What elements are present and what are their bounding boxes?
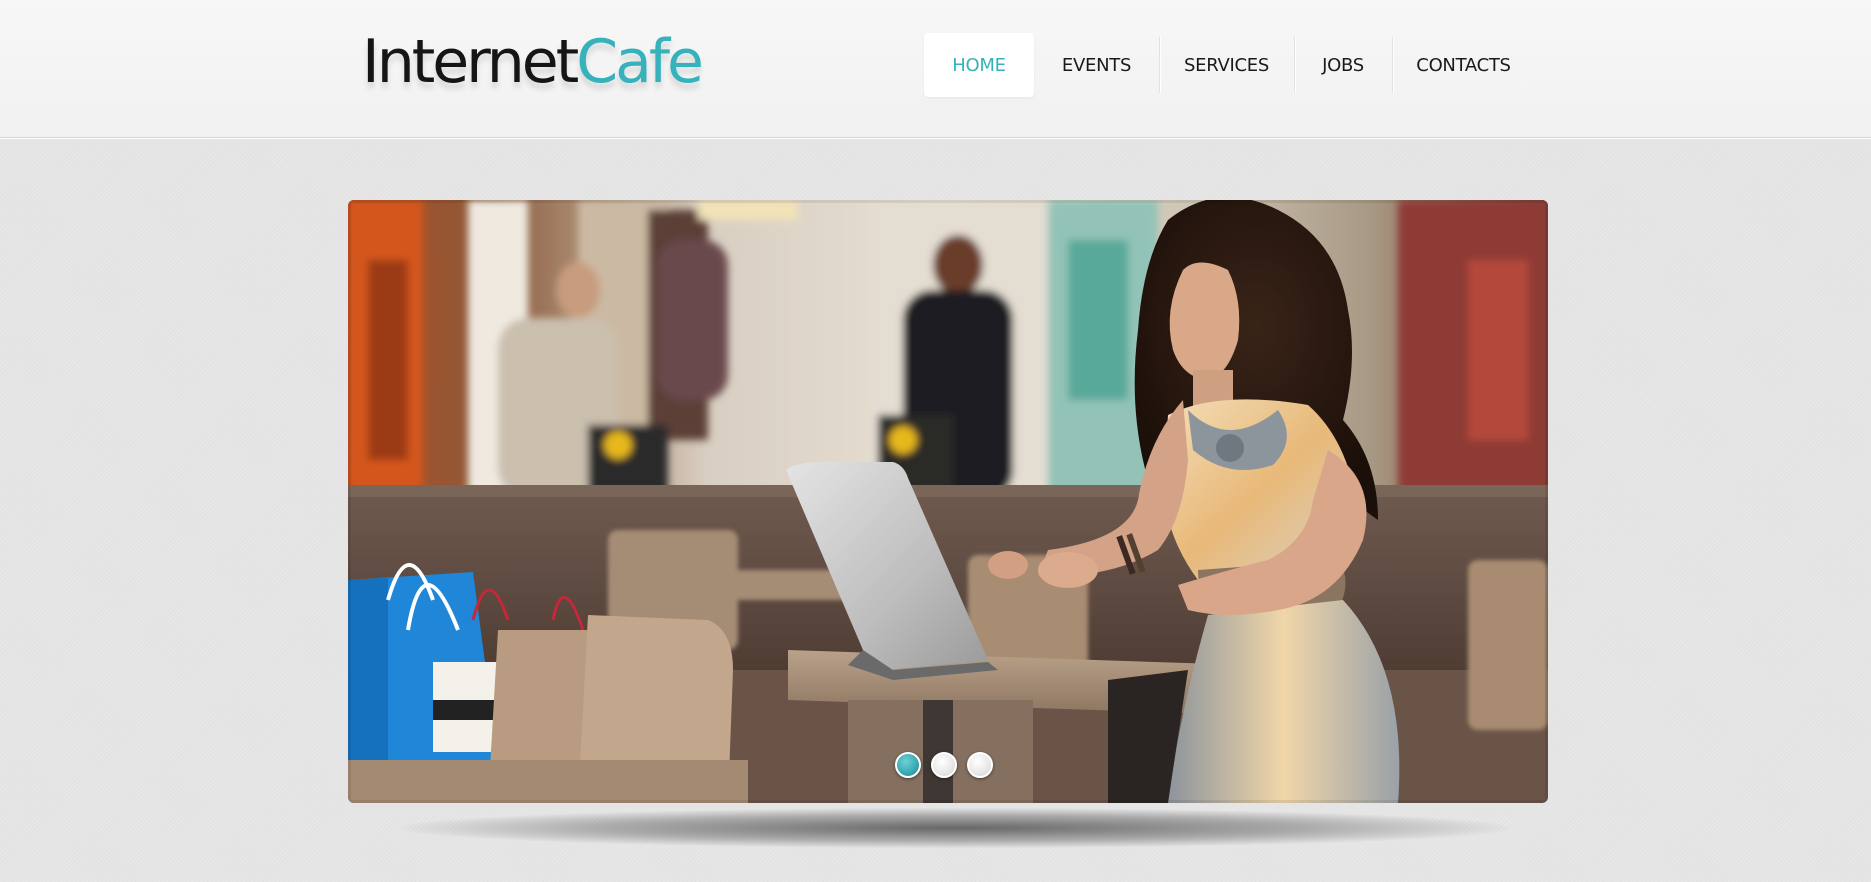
image-slider[interactable] <box>348 200 1548 803</box>
slider-dot-1[interactable] <box>895 752 921 778</box>
slider-dot-3[interactable] <box>967 752 993 778</box>
main-navigation: HOME EVENTS SERVICES JOBS CONTACTS <box>924 33 1535 97</box>
slider-dot-2[interactable] <box>931 752 957 778</box>
slider-pagination <box>895 752 993 778</box>
logo-text-internet: Internet <box>362 27 579 97</box>
nav-services[interactable]: SERVICES <box>1159 33 1294 97</box>
site-header: InternetCafe HOME EVENTS SERVICES JOBS C… <box>0 0 1871 138</box>
nav-events[interactable]: EVENTS <box>1034 33 1159 97</box>
slider-shadow <box>400 808 1510 848</box>
logo-text-cafe: Cafe <box>576 27 704 97</box>
nav-jobs[interactable]: JOBS <box>1294 33 1392 97</box>
nav-contacts[interactable]: CONTACTS <box>1392 33 1535 97</box>
site-logo[interactable]: InternetCafe <box>362 22 704 102</box>
slide-image-woman-with-laptop <box>348 200 1548 803</box>
nav-home[interactable]: HOME <box>924 33 1034 97</box>
